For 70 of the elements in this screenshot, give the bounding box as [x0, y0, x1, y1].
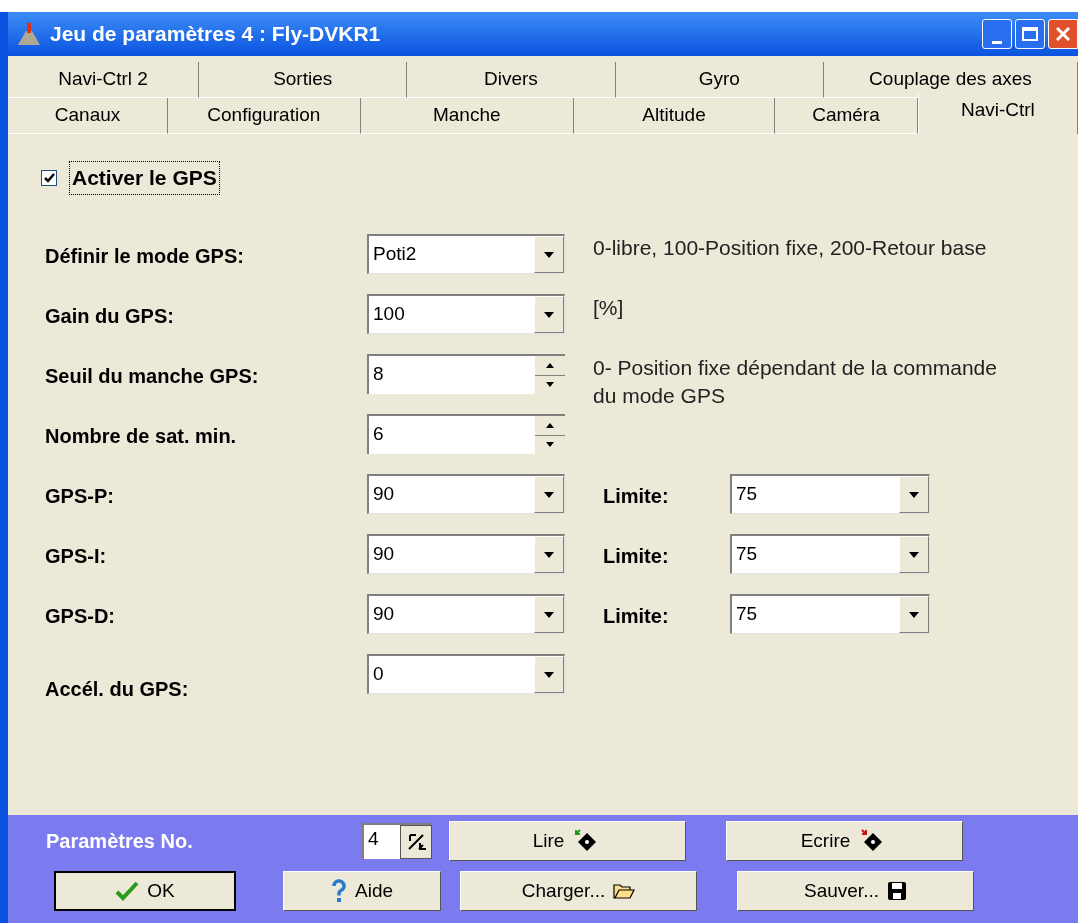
up-down-arrows-icon — [406, 832, 426, 852]
down-arrow-icon — [546, 382, 554, 388]
maximize-button[interactable] — [1015, 19, 1045, 49]
hint-text: [%] — [593, 295, 625, 321]
dropdown-arrow-icon — [909, 611, 919, 618]
app-icon — [16, 21, 42, 47]
close-button[interactable] — [1048, 19, 1078, 49]
tab[interactable]: Navi-Ctrl — [917, 94, 1078, 134]
action-button[interactable]: Sauver... — [737, 871, 974, 911]
dropdown-arrow-icon — [544, 311, 554, 318]
question-mark-icon — [331, 879, 347, 903]
spin-field[interactable]: 8 — [367, 354, 565, 394]
dropdown-field[interactable]: 90 — [367, 534, 565, 574]
tab[interactable]: Configuration — [168, 98, 361, 134]
action-button[interactable]: Aide — [283, 871, 441, 911]
checkmark-icon — [43, 172, 55, 184]
dropdown-field[interactable]: 75 — [730, 474, 930, 514]
down-arrow-icon — [546, 442, 554, 448]
tab[interactable]: Gyro — [615, 62, 824, 98]
limit-label: Limite: — [603, 544, 670, 569]
dropdown-field[interactable]: 75 — [730, 594, 930, 634]
close-icon — [1056, 27, 1070, 41]
dropdown-arrow-icon — [544, 671, 554, 678]
tab[interactable]: Couplage des axes — [823, 62, 1078, 98]
checkbox-label: Activer le GPS — [69, 161, 220, 195]
tab[interactable]: Divers — [407, 62, 616, 98]
checkbox[interactable] — [41, 170, 57, 186]
field-label: Gain du GPS: — [45, 304, 175, 329]
dropdown-field[interactable]: Poti2 — [367, 234, 565, 274]
parameter-number-field[interactable]: 4 — [362, 823, 432, 859]
hint-text: 0-libre, 100-Position fixe, 200-Retour base — [593, 235, 988, 261]
dropdown-arrow-icon — [544, 611, 554, 618]
action-button[interactable]: Charger... — [460, 871, 697, 911]
dropdown-arrow-icon — [909, 551, 919, 558]
action-button[interactable]: Lire — [449, 821, 686, 861]
checkmark-icon — [115, 881, 140, 901]
dropdown-field[interactable]: 75 — [730, 534, 930, 574]
field-label: GPS-D: — [45, 604, 116, 629]
dropdown-field[interactable]: 0 — [367, 654, 565, 694]
field-label: Accél. du GPS: — [45, 677, 190, 702]
tab[interactable]: Altitude — [573, 98, 776, 134]
folder-icon — [613, 883, 636, 899]
dropdown-arrow-icon — [544, 491, 554, 498]
field-label: Seuil du manche GPS: — [45, 364, 260, 389]
tab[interactable]: Sorties — [199, 62, 408, 98]
up-arrow-icon — [546, 362, 554, 368]
window-title: Jeu de paramètres 4 : Fly-DVKR1 — [50, 21, 382, 48]
tab[interactable]: Navi-Ctrl 2 — [8, 62, 200, 98]
field-label: Nombre de sat. min. — [45, 424, 238, 449]
dropdown-arrow-icon — [544, 251, 554, 258]
dropdown-arrow-icon — [544, 551, 554, 558]
limit-label: Limite: — [603, 604, 670, 629]
parameter-number-label: Paramètres No. — [46, 829, 194, 854]
minimize-button[interactable] — [982, 19, 1012, 49]
tab[interactable]: Canaux — [8, 98, 169, 134]
field-label: Définir le mode GPS: — [45, 244, 245, 269]
hint-text: 0- Position fixe dépendant de la commande du mode GPS — [593, 355, 998, 409]
up-arrow-icon — [546, 422, 554, 428]
dropdown-field[interactable]: 100 — [367, 294, 565, 334]
spin-field[interactable]: 6 — [367, 414, 565, 454]
tab[interactable]: Caméra — [775, 98, 918, 134]
dropdown-arrow-icon — [909, 491, 919, 498]
field-label: GPS-I: — [45, 544, 108, 569]
tab[interactable]: Manche — [360, 98, 574, 134]
limit-label: Limite: — [603, 484, 670, 509]
field-label: GPS-P: — [45, 484, 115, 509]
action-button[interactable]: Ecrire — [726, 821, 963, 861]
action-button[interactable]: OK — [54, 871, 236, 911]
dropdown-field[interactable]: 90 — [367, 594, 565, 634]
dropdown-field[interactable]: 90 — [367, 474, 565, 514]
